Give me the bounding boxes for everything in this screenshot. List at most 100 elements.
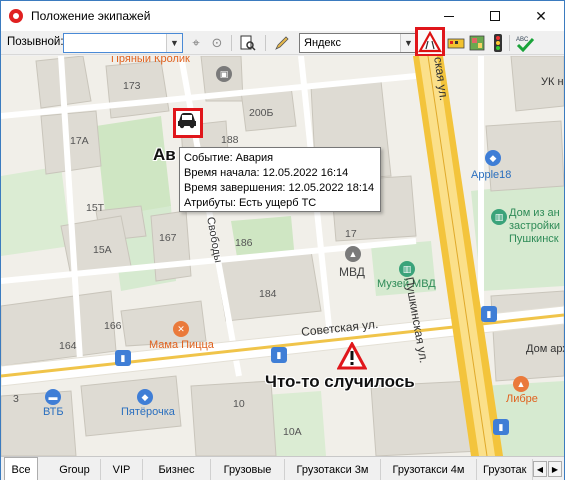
house-number: 184 <box>259 288 277 300</box>
poi-pryaniy-krolik[interactable]: Пряный Кролик <box>111 56 190 65</box>
window-title: Положение экипажей <box>31 9 151 23</box>
car-icon <box>178 113 196 129</box>
chevron-right-icon: ▶ <box>551 464 559 474</box>
house-number: 15А <box>93 244 112 256</box>
map-view[interactable]: 173 188 200Б 17А 17 15Т 15А 167 186 184 … <box>1 56 564 456</box>
event-tooltip: Событие: Авария Время начала: 12.05.2022… <box>179 147 381 212</box>
toolbar-separator <box>231 35 232 51</box>
bus-stop-icon[interactable]: ▮ <box>493 419 509 435</box>
road-event-marker[interactable] <box>337 342 367 370</box>
map-canvas <box>1 56 564 456</box>
poi-libre[interactable]: Либре <box>506 393 538 405</box>
house-number: 10А <box>283 426 302 438</box>
tab-scroll-right-button[interactable]: ▶ <box>548 461 562 477</box>
poi-pyaterochka[interactable]: Пятёрочка <box>121 406 175 418</box>
house-number: 186 <box>235 237 253 249</box>
tab-all[interactable]: Все <box>4 457 38 480</box>
house-number: 166 <box>104 320 122 332</box>
pencil-icon-svg <box>275 36 289 50</box>
map-provider-value: Яндекс <box>304 37 341 49</box>
callsign-combobox[interactable]: ▼ <box>63 33 183 53</box>
poi-zastroika[interactable]: застройки <box>509 220 560 232</box>
spellcheck-icon-svg: ABC <box>516 37 535 52</box>
poi-mvd[interactable]: МВД <box>339 265 365 279</box>
search-document-icon-svg <box>240 35 256 51</box>
bus-stop-icon[interactable]: ▮ <box>115 350 131 366</box>
map-layers-icon-svg <box>469 35 485 51</box>
chevron-left-icon: ◀ <box>536 464 544 474</box>
poi-dom-arh[interactable]: Дом арх <box>526 343 564 355</box>
road-warning-icon <box>418 30 442 53</box>
poi-apple18[interactable]: Apple18 <box>471 169 511 181</box>
tab-cargo-taxi-4m[interactable]: Грузотакси 4м <box>381 459 477 480</box>
close-button[interactable]: ✕ <box>518 1 564 31</box>
locate-icon[interactable]: ⌖ <box>187 34 205 52</box>
house-number: 17 <box>345 228 357 240</box>
search-document-icon[interactable] <box>239 34 257 52</box>
house-number: 17А <box>70 135 89 147</box>
toolbar: Позывной: ▼ ⌖ ⊙ Яндекс ▼ ABC <box>1 31 564 55</box>
grocery-icon[interactable]: ◆ <box>137 389 153 405</box>
callsign-label: Позывной: <box>7 36 64 48</box>
svg-text:ABC: ABC <box>516 37 529 43</box>
maximize-icon <box>490 11 500 21</box>
house-number: 164 <box>59 340 77 352</box>
poi-uk[interactable]: УК н <box>541 76 564 88</box>
tracking-icon[interactable]: ⊙ <box>208 34 226 52</box>
bus-stop-icon[interactable]: ▮ <box>481 306 497 322</box>
tooltip-end-time: Время завершения: 12.05.2022 18:14 <box>184 182 375 194</box>
poi-dom-iz[interactable]: Дом из ан <box>509 207 560 219</box>
house-number: 3 <box>13 393 19 405</box>
toolbar-separator <box>509 35 510 51</box>
maximize-button[interactable] <box>472 1 518 31</box>
road-event-label: Что-то случилось <box>265 372 415 391</box>
tab-cargo[interactable]: Грузовые <box>211 459 285 480</box>
house-number: 167 <box>159 232 177 244</box>
restaurant-icon[interactable]: ✕ <box>173 321 189 337</box>
poi-pushkinsk[interactable]: Пушкинск <box>509 233 559 245</box>
spellcheck-icon[interactable]: ABC <box>515 34 535 52</box>
shop-icon[interactable]: ▲ <box>513 376 529 392</box>
tab-group[interactable]: Group <box>49 459 101 480</box>
tooltip-event: Событие: Авария <box>184 152 274 164</box>
house-number: 200Б <box>249 107 274 119</box>
tab-cargo-taxi-3m[interactable]: Грузотакси 3м <box>285 459 381 480</box>
tab-cargo-taxi-more[interactable]: Грузотак <box>477 459 533 480</box>
map-layers-icon[interactable] <box>468 34 486 52</box>
tab-scroll-left-button[interactable]: ◀ <box>533 461 547 477</box>
house-number: 10 <box>233 398 245 410</box>
shopping-bag-icon[interactable]: ◆ <box>485 150 501 166</box>
title-bar: Положение экипажей ✕ <box>1 1 564 31</box>
tooltip-attributes: Атрибуты: Есть ущерб ТС <box>184 197 317 209</box>
building-icon[interactable]: ▣ <box>216 66 232 82</box>
house-number: 173 <box>123 80 141 92</box>
chevron-down-icon[interactable]: ▼ <box>400 34 416 52</box>
house-number: 188 <box>221 134 239 146</box>
poi-mama-pizza[interactable]: Мама Пицца <box>149 339 214 351</box>
road-events-toggle-button[interactable] <box>415 27 445 57</box>
museum-icon[interactable]: ▥ <box>399 261 415 277</box>
warning-icon <box>337 342 367 370</box>
map-provider-select[interactable]: Яндекс ▼ <box>299 33 417 53</box>
close-icon: ✕ <box>535 7 547 24</box>
poi-vtb[interactable]: ВТБ <box>43 406 64 418</box>
traffic-light-icon-svg <box>494 34 502 52</box>
vehicle-label: Ав <box>153 145 176 164</box>
main-window: Положение экипажей ✕ Позывной: ▼ ⌖ ⊙ Янд… <box>0 0 565 480</box>
chevron-down-icon[interactable]: ▼ <box>166 34 182 52</box>
bus-stop-icon[interactable]: ▮ <box>271 347 287 363</box>
minimize-icon <box>444 15 454 17</box>
traffic-light-icon[interactable] <box>489 34 507 52</box>
tooltip-start-time: Время начала: 12.05.2022 16:14 <box>184 167 349 179</box>
museum-icon[interactable]: ▥ <box>491 209 507 225</box>
traffic-jam-icon[interactable] <box>447 34 465 52</box>
house-number: 15Т <box>86 202 105 214</box>
vehicle-marker[interactable] <box>173 108 203 138</box>
bank-icon[interactable]: ▬ <box>45 389 61 405</box>
traffic-jam-icon-svg <box>447 38 465 49</box>
police-icon[interactable]: ▲ <box>345 246 361 262</box>
tab-vip[interactable]: VIP <box>101 459 143 480</box>
pencil-icon[interactable] <box>273 34 291 52</box>
toolbar-separator <box>265 35 266 51</box>
tab-business[interactable]: Бизнес <box>143 459 211 480</box>
